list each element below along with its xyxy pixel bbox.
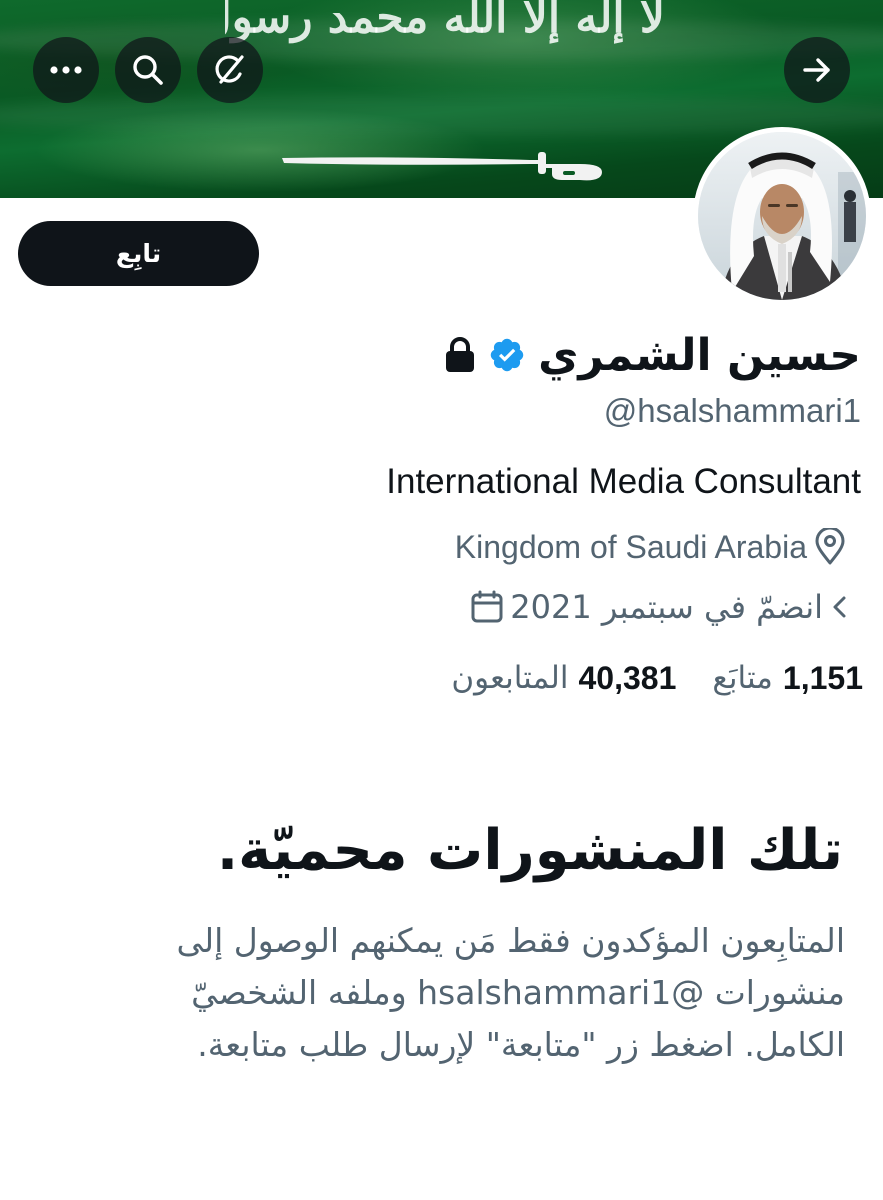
follow-button[interactable]: تابِع	[18, 221, 259, 286]
flag-shahada-text: لا إله إلا الله محمد رسول الله	[225, 0, 665, 43]
arrow-right-icon	[803, 58, 830, 82]
profile-name-row: حسين الشمري	[444, 325, 861, 385]
avatar[interactable]	[693, 127, 871, 305]
calendar-icon	[471, 590, 503, 623]
profile-stats: 1,151 متابَع 40,381 المتابعون	[451, 655, 863, 701]
more-button[interactable]	[33, 37, 99, 103]
flag-sword-icon	[282, 152, 602, 181]
profile-location: Kingdom of Saudi Arabia	[455, 524, 847, 570]
protected-title: تلك المنشورات محميّة.	[216, 818, 843, 883]
following-count[interactable]: 1,151	[783, 660, 863, 697]
verified-badge-icon[interactable]	[488, 336, 526, 374]
profile-handle: @hsalshammari1	[603, 392, 861, 429]
avatar-photo	[698, 132, 866, 300]
lock-icon	[446, 337, 475, 372]
profile-joined[interactable]: انضمّ في سبتمبر 2021	[470, 584, 851, 630]
protected-description: المتابِعون المؤكدون فقط مَن يمكنهم الوصو…	[176, 921, 845, 1064]
followers-count[interactable]: 40,381	[579, 660, 677, 697]
location-text: Kingdom of Saudi Arabia	[454, 528, 807, 565]
more-horizontal-icon	[50, 66, 82, 74]
chevron-left-icon	[833, 596, 846, 618]
flag-fold-highlight	[0, 95, 883, 135]
grok-icon	[215, 55, 244, 84]
profile-bio: International Media Consultant	[386, 462, 861, 501]
display-name: حسين الشمري	[538, 329, 861, 381]
followers-label[interactable]: المتابعون	[451, 660, 568, 696]
forward-button[interactable]	[784, 37, 850, 103]
search-button[interactable]	[115, 37, 181, 103]
search-icon	[133, 55, 163, 85]
location-pin-icon	[815, 528, 845, 565]
following-label[interactable]: متابَع	[712, 660, 773, 696]
joined-text: انضمّ في سبتمبر 2021	[510, 588, 823, 626]
grok-button[interactable]	[197, 37, 263, 103]
